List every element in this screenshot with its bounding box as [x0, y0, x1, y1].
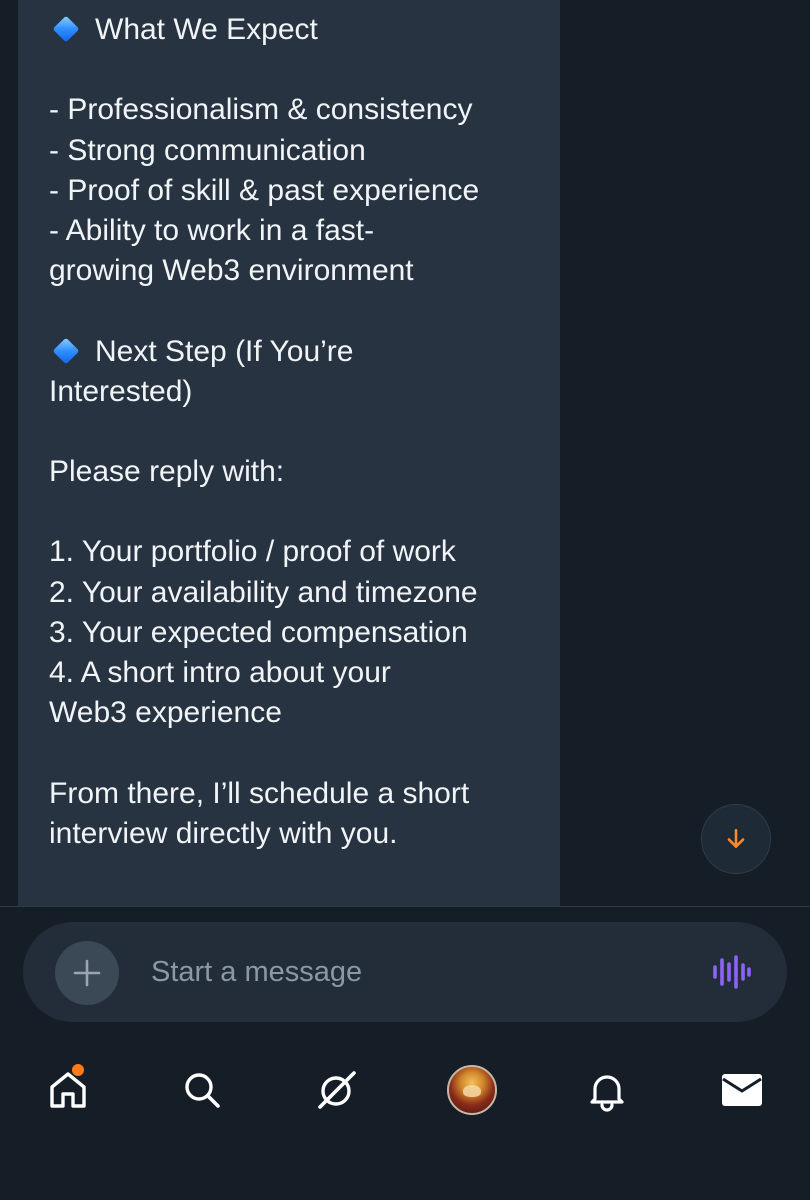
plus-icon: [73, 959, 101, 987]
nav-grok[interactable]: [309, 1062, 365, 1118]
reply-item: Web3 experience: [49, 696, 282, 730]
bottom-navigation: [0, 1040, 810, 1140]
closing-line: From there, I’ll schedule a short: [49, 776, 470, 810]
closing-line: interview directly with you.: [49, 816, 398, 850]
grok-icon: [318, 1071, 356, 1109]
blue-diamond-icon: [52, 15, 80, 43]
heading-next-cont: Interested): [49, 374, 193, 408]
nav-notifications[interactable]: [579, 1062, 635, 1118]
message-composer: [23, 922, 787, 1022]
reply-item: 3. Your expected compensation: [49, 615, 468, 649]
expect-item: growing Web3 environment: [49, 254, 414, 288]
message-input[interactable]: [151, 950, 671, 994]
heading-next: Next Step (If You’re: [95, 334, 354, 368]
blue-diamond-icon: [52, 337, 80, 364]
conversation-area[interactable]: What We Expect - Professionalism & consi…: [0, 0, 810, 906]
reply-item: 4. A short intro about your: [49, 656, 391, 689]
bell-icon: [590, 1075, 624, 1112]
message-text: What We Expect - Professionalism & consi…: [49, 10, 549, 854]
heading-next-line: Next Step (If You’re: [49, 332, 549, 372]
envelope-icon: [722, 1074, 762, 1106]
expect-item: - Ability to work in a fast-: [49, 213, 375, 247]
nav-home[interactable]: [40, 1062, 96, 1118]
nav-messages[interactable]: [714, 1062, 770, 1118]
avatar: [447, 1065, 497, 1115]
message-bubble[interactable]: What We Expect - Professionalism & consi…: [18, 0, 560, 906]
heading-expect-line: What We Expect: [49, 10, 549, 50]
dm-conversation-screen: What We Expect - Professionalism & consi…: [0, 0, 810, 1200]
arrow-down-icon: [727, 829, 745, 848]
nav-profile[interactable]: [444, 1062, 500, 1118]
scroll-to-bottom-button[interactable]: [701, 804, 771, 874]
nav-search[interactable]: [174, 1062, 230, 1118]
divider: [0, 906, 810, 907]
add-media-button[interactable]: [55, 941, 119, 1005]
reply-item: 2. Your availability and timezone: [49, 575, 478, 609]
reply-item: 1. Your portfolio / proof of work: [49, 535, 456, 569]
search-icon: [185, 1073, 220, 1108]
expect-item: - Proof of skill & past experience: [49, 173, 480, 207]
expect-item: - Strong communication: [49, 133, 366, 167]
voice-message-button[interactable]: [709, 952, 753, 992]
heading-expect: What We Expect: [95, 13, 318, 46]
expect-item: - Professionalism & consistency: [49, 93, 473, 127]
reply-prompt: Please reply with:: [49, 455, 285, 489]
voice-waveform-icon: [713, 955, 751, 989]
notification-dot: [72, 1064, 84, 1076]
home-icon: [50, 1072, 86, 1108]
